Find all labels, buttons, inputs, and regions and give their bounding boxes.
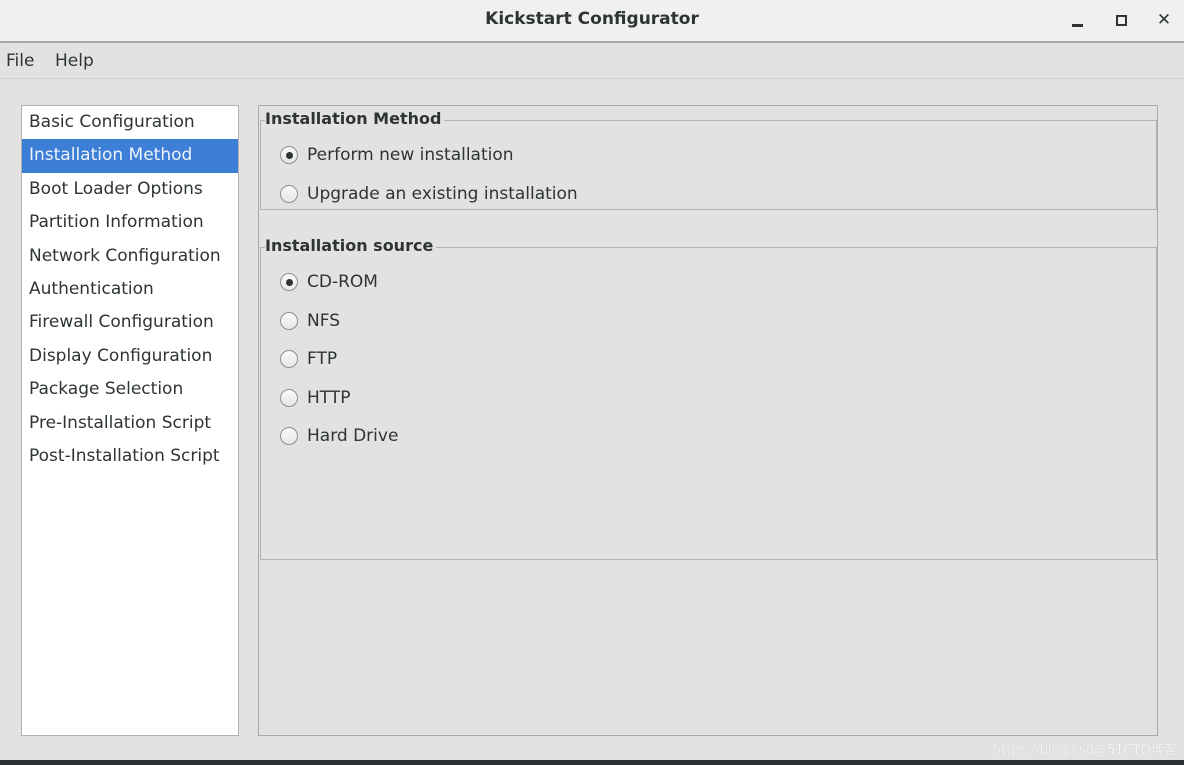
radio-label: Upgrade an existing installation [307, 184, 578, 204]
maximize-button[interactable] [1108, 8, 1134, 32]
sidebar-item-basic-configuration[interactable]: Basic Configuration [22, 106, 238, 139]
radio-checked-icon[interactable] [280, 273, 298, 291]
installation-method-heading: Installation Method [265, 109, 445, 128]
menu-file[interactable]: File [6, 51, 34, 71]
close-icon: ✕ [1156, 9, 1172, 30]
sidebar-item-authentication[interactable]: Authentication [22, 273, 238, 306]
section-list: Basic Configuration Installation Method … [21, 105, 239, 736]
radio-unchecked-icon[interactable] [280, 389, 298, 407]
radio-label: Perform new installation [307, 145, 514, 165]
radio-label: HTTP [307, 388, 351, 408]
radio-hard-drive[interactable]: Hard Drive [280, 426, 398, 446]
sidebar-item-post-installation-script[interactable]: Post-Installation Script [22, 440, 238, 473]
sidebar-item-installation-method[interactable]: Installation Method [22, 139, 238, 173]
sidebar-item-display-configuration[interactable]: Display Configuration [22, 340, 238, 373]
radio-label: Hard Drive [307, 426, 399, 446]
sidebar-item-firewall-configuration[interactable]: Firewall Configuration [22, 306, 238, 339]
menu-help[interactable]: Help [55, 51, 94, 71]
sidebar-item-boot-loader-options[interactable]: Boot Loader Options [22, 173, 238, 206]
radio-label: CD-ROM [307, 272, 378, 292]
radio-label: FTP [307, 349, 338, 369]
radio-upgrade-existing-installation[interactable]: Upgrade an existing installation [280, 184, 578, 204]
menu-bar: File Help [0, 43, 1184, 79]
desktop-edge [0, 760, 1184, 765]
radio-cd-rom[interactable]: CD-ROM [280, 272, 378, 292]
minimize-icon [1071, 23, 1083, 27]
minimize-button[interactable] [1064, 8, 1090, 32]
radio-perform-new-installation[interactable]: Perform new installation [280, 145, 514, 165]
sidebar-item-network-configuration[interactable]: Network Configuration [22, 240, 238, 273]
radio-label: NFS [307, 311, 340, 331]
radio-checked-icon[interactable] [280, 146, 298, 164]
installation-source-frame: Installation source CD-ROM NFS FTP HTTP … [260, 236, 1157, 560]
radio-nfs[interactable]: NFS [280, 311, 340, 331]
sidebar-item-partition-information[interactable]: Partition Information [22, 206, 238, 239]
radio-http[interactable]: HTTP [280, 388, 351, 408]
close-button[interactable]: ✕ [1151, 8, 1177, 32]
sidebar-item-package-selection[interactable]: Package Selection [22, 373, 238, 406]
radio-unchecked-icon[interactable] [280, 427, 298, 445]
installation-source-heading: Installation source [265, 236, 437, 255]
radio-unchecked-icon[interactable] [280, 312, 298, 330]
window-title: Kickstart Configurator [485, 9, 699, 29]
maximize-icon [1115, 14, 1127, 26]
installation-method-frame: Installation Method Perform new installa… [260, 109, 1157, 210]
title-bar: Kickstart Configurator ✕ [0, 0, 1184, 43]
sidebar-item-pre-installation-script[interactable]: Pre-Installation Script [22, 407, 238, 440]
radio-ftp[interactable]: FTP [280, 349, 337, 369]
watermark: https://blog.csd@51CTO博客 [993, 743, 1177, 758]
radio-unchecked-icon[interactable] [280, 350, 298, 368]
radio-unchecked-icon[interactable] [280, 185, 298, 203]
content-panel: Installation Method Perform new installa… [258, 105, 1158, 736]
